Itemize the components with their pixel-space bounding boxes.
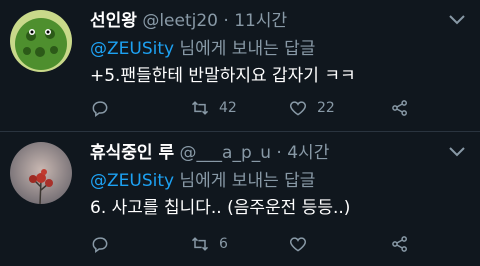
user-handle[interactable]: @___a_p_u: [180, 143, 271, 163]
like-button[interactable]: 22: [288, 96, 335, 120]
like-count: 22: [317, 100, 335, 116]
like-icon: [289, 237, 307, 252]
tweet-text: +5.팬들한테 반말하지요 갑자기 ㅋㅋ: [90, 66, 356, 86]
display-name[interactable]: 휴식중인 루: [90, 143, 174, 163]
like-icon: [289, 101, 307, 116]
tweet-header: 선인왕 @leetj20 · 11시간: [90, 10, 287, 32]
tweet-header: 휴식중인 루 @___a_p_u · 4시간: [90, 142, 329, 164]
reply-mention-link[interactable]: @ZEUSity: [90, 39, 174, 59]
retweet-button[interactable]: 6: [190, 232, 228, 256]
tweet-text: 6. 사고를 칩니다.. (음주운전 등등..): [90, 198, 351, 218]
chevron-down-icon[interactable]: [448, 146, 466, 158]
share-icon: [392, 236, 407, 252]
retweet-icon: [191, 237, 209, 251]
reply-mention-link[interactable]: @ZEUSity: [90, 171, 174, 191]
retweet-icon: [191, 101, 209, 115]
timestamp[interactable]: 11시간: [234, 11, 287, 31]
separator-dot: ·: [276, 143, 282, 163]
reply-icon: [92, 101, 108, 117]
user-handle[interactable]: @leetj20: [142, 11, 218, 31]
share-button[interactable]: [390, 232, 410, 256]
tweet[interactable]: 선인왕 @leetj20 · 11시간 @ZEUSity 님에게 보내는 답글 …: [0, 0, 480, 131]
chevron-down-icon[interactable]: [448, 14, 466, 26]
tweet-actions: 42 22: [90, 96, 420, 120]
tweet-actions: 6: [90, 232, 420, 256]
avatar[interactable]: [10, 142, 72, 204]
tweet[interactable]: 휴식중인 루 @___a_p_u · 4시간 @ZEUSity 님에게 보내는 …: [0, 131, 480, 265]
reply-context-label: 님에게 보내는 답글: [174, 39, 316, 59]
share-button[interactable]: [390, 96, 410, 120]
separator-dot: ·: [223, 11, 229, 31]
cactus-avatar-image: [10, 10, 72, 72]
timestamp[interactable]: 4시간: [287, 143, 329, 163]
reply-context-label: 님에게 보내는 답글: [174, 171, 316, 191]
rose-avatar-image: [10, 142, 72, 204]
retweet-count: 6: [219, 236, 228, 252]
reply-button[interactable]: [90, 232, 110, 256]
retweet-count: 42: [219, 100, 237, 116]
display-name[interactable]: 선인왕: [90, 11, 137, 31]
reply-context: @ZEUSity 님에게 보내는 답글: [90, 170, 315, 192]
share-icon: [392, 100, 407, 116]
reply-icon: [92, 237, 108, 253]
retweet-button[interactable]: 42: [190, 96, 237, 120]
like-button[interactable]: [288, 232, 317, 256]
reply-button[interactable]: [90, 96, 110, 120]
avatar[interactable]: [10, 10, 72, 72]
reply-context: @ZEUSity 님에게 보내는 답글: [90, 38, 315, 60]
